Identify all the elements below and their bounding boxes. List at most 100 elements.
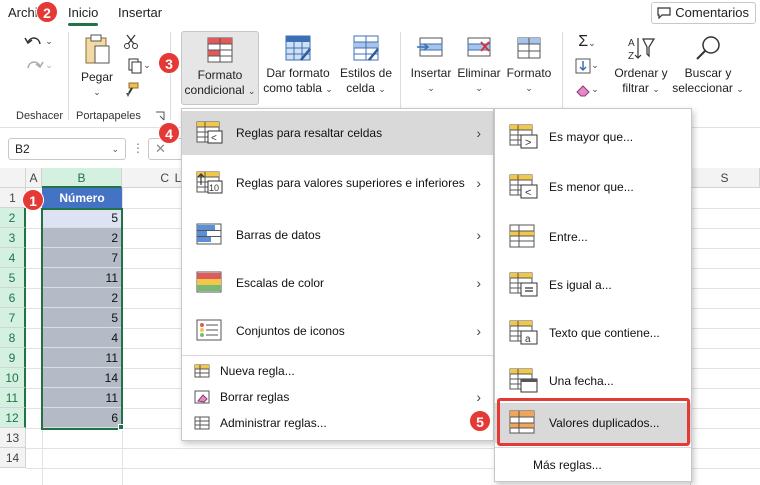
row-header[interactable]: 3: [0, 228, 26, 248]
comments-label: Comentarios: [675, 5, 749, 20]
table-cell[interactable]: 5: [42, 308, 122, 328]
row-header[interactable]: 12: [0, 408, 26, 428]
row-header[interactable]: 11: [0, 388, 26, 408]
chevron-down-icon: ⌄: [325, 84, 333, 94]
row-header[interactable]: 13: [0, 428, 26, 448]
submenu-item-text-contains[interactable]: a Texto que contiene...: [495, 309, 691, 357]
submenu-item-label: Es menor que...: [549, 180, 634, 194]
chevron-down-icon: ⌄: [525, 83, 533, 93]
cell-styles-button[interactable]: Estilos de celda ⌄: [338, 34, 394, 104]
table-cell[interactable]: 11: [42, 268, 122, 288]
find-select-button[interactable]: Buscar y seleccionar ⌄: [672, 34, 744, 104]
name-box[interactable]: B2 ⌄: [8, 138, 126, 160]
table-cell[interactable]: 2: [42, 288, 122, 308]
table-cell[interactable]: 11: [42, 348, 122, 368]
delete-cells-label: Eliminar: [457, 66, 501, 80]
step-badge-4: 4: [158, 122, 180, 144]
menu-item-highlight-rules[interactable]: < Reglas para resaltar celdas ›: [182, 111, 493, 155]
row-header[interactable]: 4: [0, 248, 26, 268]
delete-cells-button[interactable]: Eliminar ⌄: [456, 34, 502, 104]
submenu-item-label: Texto que contiene...: [549, 326, 660, 340]
row-header[interactable]: 2: [0, 208, 26, 228]
table-cell[interactable]: 5: [42, 208, 122, 228]
insert-cells-button[interactable]: Insertar ⌄: [408, 34, 454, 104]
menu-item-data-bars[interactable]: Barras de datos ›: [182, 213, 493, 257]
format-painter-button[interactable]: [122, 82, 140, 100]
clear-rules-icon: [194, 390, 210, 404]
submenu-item-more-rules[interactable]: Más reglas...: [495, 453, 691, 477]
chevron-right-icon: ›: [476, 389, 481, 405]
format-as-table-label-2: como tabla: [263, 81, 322, 95]
menu-item-new-rule[interactable]: Nueva regla...: [182, 359, 493, 383]
menu-item-manage-rules[interactable]: Administrar reglas...: [182, 411, 493, 435]
redo-button[interactable]: ⌄: [20, 58, 56, 80]
submenu-item-less-than[interactable]: < Es menor que...: [495, 163, 691, 211]
undo-button[interactable]: ⌄: [20, 34, 56, 56]
row-header[interactable]: 6: [0, 288, 26, 308]
submenu-item-equal-to[interactable]: Es igual a...: [495, 261, 691, 309]
table-cell[interactable]: 11: [42, 388, 122, 408]
duplicate-values-icon: [509, 410, 535, 434]
manage-rules-icon: [194, 416, 210, 430]
paste-button[interactable]: Pegar ⌄: [78, 34, 116, 100]
row-header[interactable]: 8: [0, 328, 26, 348]
row-header[interactable]: 7: [0, 308, 26, 328]
column-header-b[interactable]: B: [42, 168, 122, 188]
copy-button[interactable]: ⌄: [122, 58, 156, 76]
cut-button[interactable]: [122, 34, 140, 52]
submenu-item-greater-than[interactable]: > Es mayor que...: [495, 113, 691, 161]
conditional-format-button[interactable]: Formato condicional ⌄: [181, 31, 259, 105]
autosum-button[interactable]: Σ⌄: [572, 34, 602, 52]
tab-inicio[interactable]: Inicio: [68, 4, 99, 26]
clipboard-icon: [85, 34, 110, 64]
submenu-item-date[interactable]: Una fecha...: [495, 357, 691, 405]
table-format-icon: [285, 35, 311, 61]
menu-item-clear-rules[interactable]: Borrar reglas ›: [182, 385, 493, 409]
sort-filter-button[interactable]: A Z Ordenar y filtrar ⌄: [610, 34, 672, 104]
row-header[interactable]: 9: [0, 348, 26, 368]
dialog-launcher-icon[interactable]: [154, 110, 166, 122]
svg-text:A: A: [628, 38, 635, 49]
row-header[interactable]: 5: [0, 268, 26, 288]
row-header[interactable]: 14: [0, 448, 26, 468]
highlight-rules-icon: <: [196, 121, 223, 144]
table-cell[interactable]: 7: [42, 248, 122, 268]
select-all-corner[interactable]: [0, 168, 26, 188]
chevron-down-icon: ⌄: [427, 83, 435, 93]
submenu-item-between[interactable]: Entre...: [495, 213, 691, 261]
format-cells-button[interactable]: Formato ⌄: [504, 34, 554, 104]
menu-item-label: Reglas para valores superiores e inferio…: [236, 176, 465, 190]
insert-cells-icon: [417, 37, 443, 57]
menu-item-icon-sets[interactable]: Conjuntos de iconos ›: [182, 309, 493, 353]
undo-icon: [24, 37, 41, 45]
tab-insertar[interactable]: Insertar: [118, 4, 162, 22]
svg-text:<: <: [211, 133, 217, 144]
column-header-s[interactable]: S: [690, 168, 760, 188]
column-header-a[interactable]: A: [26, 168, 42, 188]
chevron-right-icon: ›: [476, 275, 481, 291]
header-cell-numero[interactable]: Número: [42, 188, 122, 208]
table-cell[interactable]: 2: [42, 228, 122, 248]
table-cell[interactable]: 6: [42, 408, 122, 428]
menu-item-color-scales[interactable]: Escalas de color ›: [182, 261, 493, 305]
conditional-format-label-1: Formato: [197, 68, 243, 82]
chevron-right-icon: ›: [476, 227, 481, 243]
clear-button[interactable]: ⌄: [572, 82, 602, 100]
chevron-down-icon: ⌄: [475, 83, 483, 93]
fill-handle[interactable]: [118, 424, 124, 430]
ribbon-separator: [562, 32, 563, 120]
delete-cells-icon: [467, 37, 491, 57]
comments-button[interactable]: Comentarios: [651, 2, 756, 24]
submenu-item-label: Entre...: [549, 230, 588, 244]
fill-button[interactable]: ⌄: [572, 58, 602, 76]
table-cell[interactable]: 14: [42, 368, 122, 388]
menu-item-top-bottom-rules[interactable]: 10 Reglas para valores superiores e infe…: [182, 161, 493, 205]
close-icon[interactable]: ✕: [155, 141, 166, 157]
format-as-table-button[interactable]: Dar formato como tabla ⌄: [262, 34, 334, 104]
table-cell[interactable]: 4: [42, 328, 122, 348]
step-badge-3: 3: [158, 52, 180, 74]
conditional-format-label-2: condicional: [184, 83, 245, 97]
row-header[interactable]: 10: [0, 368, 26, 388]
fill-down-icon: [575, 58, 591, 74]
submenu-item-duplicate-values[interactable]: Valores duplicados...: [495, 403, 691, 443]
